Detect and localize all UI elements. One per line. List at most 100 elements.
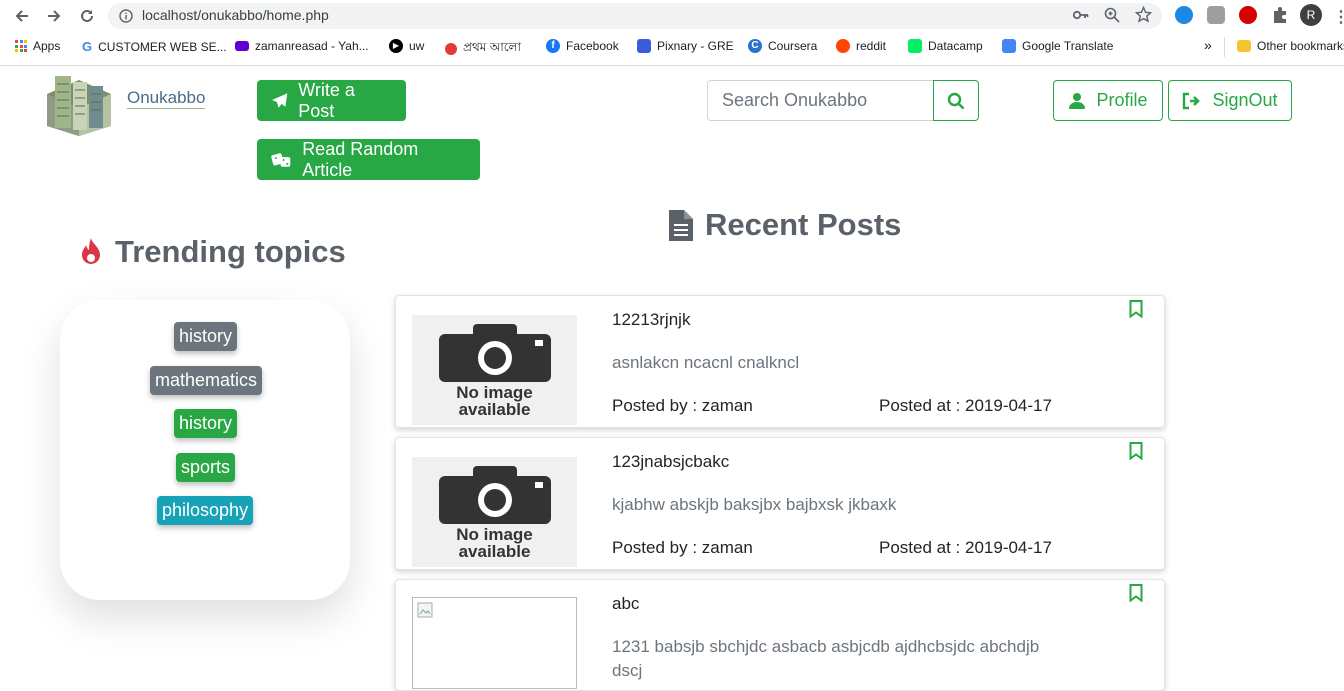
play-icon: ▶ bbox=[389, 39, 403, 53]
post-description: 1231 babsjb sbchjdc asbacb asbjcdb ajdhc… bbox=[612, 637, 1040, 656]
extension-avatar-icon[interactable] bbox=[1207, 6, 1225, 24]
info-icon[interactable] bbox=[119, 9, 133, 28]
bookmark-datacamp[interactable]: Datacamp bbox=[908, 39, 983, 53]
reload-icon bbox=[81, 9, 93, 22]
signout-button[interactable]: SignOut bbox=[1168, 80, 1292, 121]
post-description: kjabhw abskjb baksjbx bajbxsk jkbaxk bbox=[612, 495, 897, 514]
bookmark-label: zamanreasad - Yah... bbox=[255, 39, 369, 53]
search-icon bbox=[947, 92, 965, 109]
search-button[interactable] bbox=[933, 80, 979, 121]
paper-plane-icon bbox=[271, 92, 288, 108]
bookmark-icon[interactable] bbox=[1129, 300, 1143, 323]
bookmark-label: Apps bbox=[33, 39, 61, 53]
folder-icon bbox=[1237, 40, 1251, 52]
post-title[interactable]: 123jnabsjcbakc bbox=[612, 452, 729, 472]
trending-title: Trending topics bbox=[115, 234, 346, 269]
bookmark-label: reddit bbox=[856, 39, 887, 53]
menu-icon[interactable]: ⋮ bbox=[1333, 7, 1344, 27]
bookmark-label: Other bookmarks bbox=[1257, 39, 1344, 53]
bookmark-label: Datacamp bbox=[928, 39, 983, 53]
extension-adblock-icon[interactable] bbox=[1239, 6, 1257, 24]
post-title[interactable]: abc bbox=[612, 594, 639, 614]
tag-history[interactable]: history bbox=[174, 322, 238, 351]
translate-icon bbox=[1002, 39, 1016, 53]
profile-avatar[interactable]: R bbox=[1300, 4, 1322, 26]
bookmark-google-translate[interactable]: Google Translate bbox=[1002, 39, 1113, 53]
coursera-icon: C bbox=[748, 39, 762, 53]
bookmark-label: CUSTOMER WEB SE... bbox=[98, 39, 227, 54]
back-button[interactable] bbox=[11, 5, 33, 27]
post-date: Posted at : 2019-04-17 bbox=[879, 396, 1052, 415]
fire-icon bbox=[82, 238, 100, 264]
random-article-label: Read Random Article bbox=[302, 138, 419, 180]
bookmark-coursera[interactable]: C Coursera bbox=[748, 39, 817, 53]
bookmark-facebook[interactable]: f Facebook bbox=[546, 39, 619, 53]
post-title[interactable]: 12213rjnjk bbox=[612, 310, 690, 330]
other-bookmarks[interactable]: Other bookmarks bbox=[1237, 39, 1344, 53]
extension-sync-icon[interactable] bbox=[1175, 6, 1193, 24]
star-icon[interactable] bbox=[1134, 5, 1153, 28]
bookmark-pixnary[interactable]: Pixnary - GRE bbox=[637, 39, 734, 53]
post-author: Posted by : zaman bbox=[612, 538, 753, 557]
reload-button[interactable] bbox=[76, 5, 98, 27]
tag-philosophy[interactable]: philosophy bbox=[157, 496, 254, 525]
signout-label: SignOut bbox=[1212, 90, 1278, 110]
site-logo[interactable] bbox=[43, 72, 115, 143]
apps-grid-icon bbox=[15, 40, 27, 52]
pixnary-icon bbox=[637, 39, 651, 53]
profile-label: Profile bbox=[1096, 90, 1148, 110]
profile-button[interactable]: Profile bbox=[1053, 80, 1163, 121]
recent-posts-heading: Recent Posts bbox=[669, 207, 901, 243]
write-post-label: Write a Post bbox=[298, 79, 355, 121]
tag-history[interactable]: history bbox=[174, 409, 238, 438]
url-text[interactable]: localhost/onukabbo/home.php bbox=[142, 7, 329, 23]
bookmark-label: uw bbox=[409, 39, 425, 53]
sun-icon bbox=[445, 43, 457, 55]
tag-mathematics[interactable]: mathematics bbox=[150, 366, 263, 395]
sign-out-icon bbox=[1183, 92, 1201, 109]
bookmark-customer-web[interactable]: G CUSTOMER WEB SE... bbox=[82, 39, 227, 54]
no-image-text: No image bbox=[456, 383, 533, 402]
arrow-right-icon bbox=[48, 10, 61, 22]
dice-icon bbox=[271, 152, 291, 167]
random-article-button[interactable]: Read Random Article bbox=[257, 139, 480, 180]
bookmarks-divider bbox=[1224, 37, 1225, 57]
tag-sports[interactable]: sports bbox=[176, 453, 236, 482]
bookmark-label: প্রথম আলো bbox=[463, 40, 521, 54]
zoom-icon[interactable] bbox=[1104, 7, 1120, 28]
bookmark-label: Pixnary - GRE bbox=[657, 39, 734, 53]
puzzle-icon[interactable] bbox=[1271, 6, 1289, 29]
more-bookmarks-button[interactable]: » bbox=[1204, 37, 1212, 53]
bookmark-uw[interactable]: ▶ uw bbox=[389, 39, 424, 53]
site-logo-text[interactable]: Onukabbo bbox=[127, 88, 205, 108]
bookmark-label: Coursera bbox=[768, 39, 818, 53]
no-image-text: available bbox=[458, 400, 531, 419]
trending-heading: Trending topics bbox=[79, 234, 346, 270]
no-image-text: available bbox=[458, 542, 531, 561]
post-thumbnail[interactable]: No image available bbox=[412, 457, 577, 567]
arrow-left-icon bbox=[15, 10, 28, 22]
post-author: Posted by : zaman bbox=[612, 396, 753, 415]
write-post-button[interactable]: Write a Post bbox=[257, 80, 406, 121]
mail-icon bbox=[235, 41, 249, 51]
broken-image-icon bbox=[417, 602, 433, 618]
bookmark-icon[interactable] bbox=[1129, 584, 1143, 607]
forward-button[interactable] bbox=[43, 5, 65, 27]
post-thumbnail[interactable]: No image available bbox=[412, 315, 577, 425]
post-description: asnlakcn ncacnl cnalkncl bbox=[612, 353, 800, 372]
camera-icon bbox=[438, 466, 551, 524]
browser-toolbar: localhost/onukabbo/home.php R ⋮ bbox=[0, 0, 1344, 32]
bookmark-reddit[interactable]: reddit bbox=[836, 39, 886, 53]
search-input[interactable]: Search Onukabbo bbox=[707, 80, 934, 121]
no-image-text: No image bbox=[456, 525, 533, 544]
bookmark-prothom-alo[interactable]: প্রথম আলো bbox=[445, 39, 521, 59]
post-thumbnail-broken[interactable] bbox=[412, 597, 577, 689]
reddit-icon bbox=[836, 39, 850, 53]
bookmark-yahoo-mail[interactable]: zamanreasad - Yah... bbox=[235, 39, 369, 53]
recent-posts-title: Recent Posts bbox=[705, 207, 902, 242]
bookmark-apps[interactable]: Apps bbox=[15, 39, 60, 53]
bookmark-icon[interactable] bbox=[1129, 442, 1143, 465]
camera-icon bbox=[438, 324, 551, 382]
key-icon[interactable] bbox=[1072, 8, 1089, 27]
datacamp-icon bbox=[908, 39, 922, 53]
